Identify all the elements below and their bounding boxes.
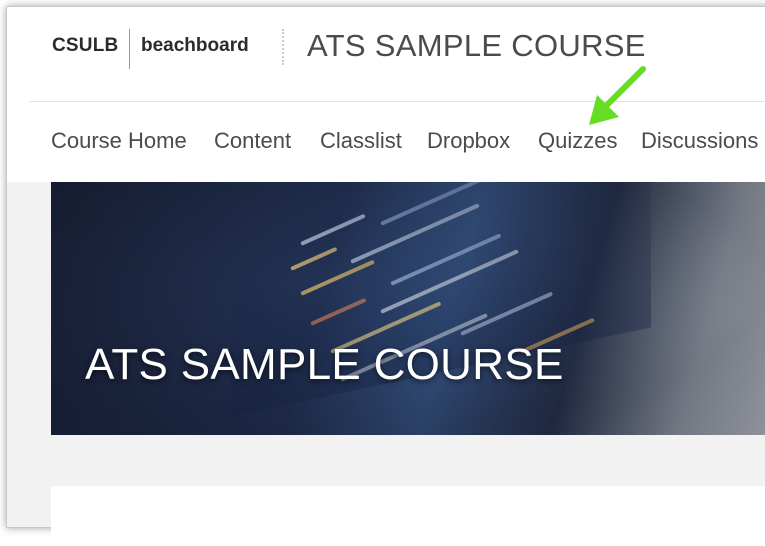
content-area: ATS SAMPLE COURSE	[7, 182, 765, 546]
arrow-pointing-down-left-icon	[589, 66, 646, 125]
banner-course-title: ATS SAMPLE COURSE	[85, 340, 564, 389]
nav-classlist[interactable]: Classlist	[320, 128, 402, 154]
beachboard-logo[interactable]: beachboard	[141, 35, 249, 57]
browser-frame: CSULB beachboard ATS SAMPLE COURSE Cours…	[6, 6, 765, 546]
course-title[interactable]: ATS SAMPLE COURSE	[307, 28, 646, 64]
nav-course-home[interactable]: Course Home	[51, 128, 187, 154]
banner-vignette	[51, 182, 765, 435]
header-separator	[282, 29, 284, 65]
nav-dropbox[interactable]: Dropbox	[427, 128, 510, 154]
course-banner-image: ATS SAMPLE COURSE	[51, 182, 765, 435]
content-card	[51, 486, 765, 546]
logo-divider	[129, 29, 130, 69]
csulb-logo[interactable]: CSULB	[52, 35, 118, 57]
nav-content[interactable]: Content	[214, 128, 291, 154]
nav-discussions[interactable]: Discussions	[641, 128, 758, 154]
